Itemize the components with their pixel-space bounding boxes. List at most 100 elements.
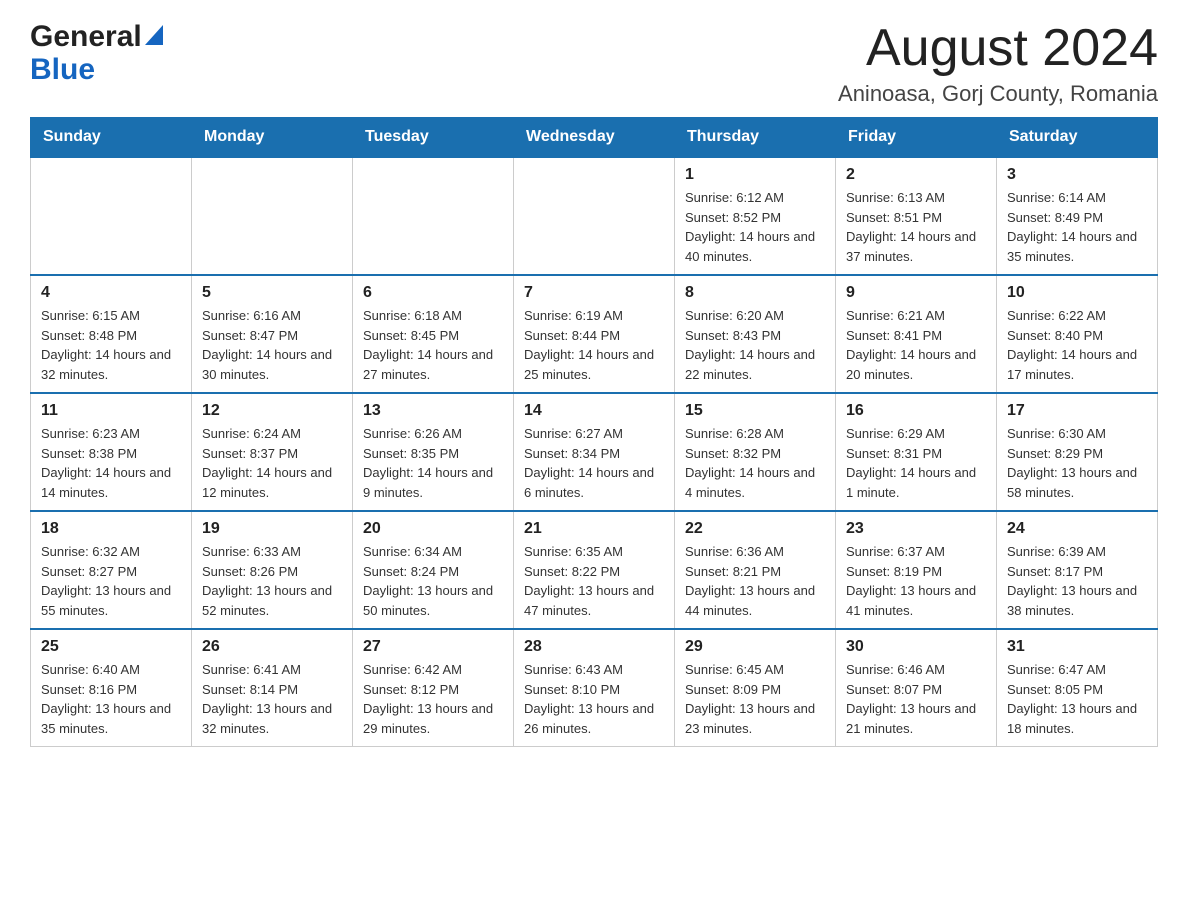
- day-number-16: 16: [846, 402, 986, 420]
- day-number-7: 7: [524, 284, 664, 302]
- cell-w1-d6: 2 Sunrise: 6:13 AMSunset: 8:51 PMDaylight…: [836, 157, 997, 275]
- cell-w4-d3: 20Sunrise: 6:34 AMSunset: 8:24 PMDayligh…: [353, 511, 514, 629]
- day-number-21: 21: [524, 520, 664, 538]
- day-number-4: 4: [41, 284, 181, 302]
- day-info-3: Sunrise: 6:14 AMSunset: 8:49 PMDaylight:…: [1007, 188, 1147, 266]
- day-info-10: Sunrise: 6:22 AMSunset: 8:40 PMDaylight:…: [1007, 306, 1147, 384]
- cell-w2-d2: 5 Sunrise: 6:16 AMSunset: 8:47 PMDaylight…: [192, 275, 353, 393]
- day-number-10: 10: [1007, 284, 1147, 302]
- cell-w1-d5: 1 Sunrise: 6:12 AMSunset: 8:52 PMDaylight…: [675, 157, 836, 275]
- cell-w4-d6: 23 Sunrise: 6:37 AMSunset: 8:19 PMDayligh…: [836, 511, 997, 629]
- cell-w1-d3: [353, 157, 514, 275]
- title-block: August 2024 Aninoasa, Gorj County, Roman…: [838, 20, 1158, 107]
- cell-w5-d3: 27Sunrise: 6:42 AMSunset: 8:12 PMDayligh…: [353, 629, 514, 747]
- day-info-23: Sunrise: 6:37 AMSunset: 8:19 PMDaylight:…: [846, 542, 986, 620]
- day-info-18: Sunrise: 6:32 AMSunset: 8:27 PMDaylight:…: [41, 542, 181, 620]
- day-info-11: Sunrise: 6:23 AMSunset: 8:38 PMDaylight:…: [41, 424, 181, 502]
- day-info-2: Sunrise: 6:13 AMSunset: 8:51 PMDaylight:…: [846, 188, 986, 266]
- cell-w4-d5: 22 Sunrise: 6:36 AMSunset: 8:21 PMDayligh…: [675, 511, 836, 629]
- cell-w1-d2: [192, 157, 353, 275]
- day-info-12: Sunrise: 6:24 AMSunset: 8:37 PMDaylight:…: [202, 424, 342, 502]
- day-number-6: 6: [363, 284, 503, 302]
- cell-w3-d7: 17 Sunrise: 6:30 AMSunset: 8:29 PMDayligh…: [997, 393, 1158, 511]
- cell-w4-d2: 19Sunrise: 6:33 AMSunset: 8:26 PMDayligh…: [192, 511, 353, 629]
- logo: General Blue: [30, 20, 161, 86]
- col-header-saturday: Saturday: [997, 118, 1158, 158]
- day-number-22: 22: [685, 520, 825, 538]
- day-number-25: 25: [41, 638, 181, 656]
- page-title: August 2024: [838, 20, 1158, 77]
- day-info-5: Sunrise: 6:16 AMSunset: 8:47 PMDaylight:…: [202, 306, 342, 384]
- cell-w1-d4: [514, 157, 675, 275]
- cell-w3-d6: 16 Sunrise: 6:29 AMSunset: 8:31 PMDayligh…: [836, 393, 997, 511]
- day-number-1: 1: [685, 166, 825, 184]
- cell-w4-d1: 18 Sunrise: 6:32 AMSunset: 8:27 PMDayligh…: [31, 511, 192, 629]
- cell-w1-d1: [31, 157, 192, 275]
- cell-w3-d1: 11 Sunrise: 6:23 AMSunset: 8:38 PMDayligh…: [31, 393, 192, 511]
- day-info-26: Sunrise: 6:41 AMSunset: 8:14 PMDaylight:…: [202, 660, 342, 738]
- day-number-19: 19: [202, 520, 342, 538]
- cell-w5-d1: 25 Sunrise: 6:40 AMSunset: 8:16 PMDayligh…: [31, 629, 192, 747]
- cell-w2-d7: 10 Sunrise: 6:22 AMSunset: 8:40 PMDayligh…: [997, 275, 1158, 393]
- day-info-9: Sunrise: 6:21 AMSunset: 8:41 PMDaylight:…: [846, 306, 986, 384]
- day-info-21: Sunrise: 6:35 AMSunset: 8:22 PMDaylight:…: [524, 542, 664, 620]
- day-info-4: Sunrise: 6:15 AMSunset: 8:48 PMDaylight:…: [41, 306, 181, 384]
- day-info-16: Sunrise: 6:29 AMSunset: 8:31 PMDaylight:…: [846, 424, 986, 502]
- day-number-5: 5: [202, 284, 342, 302]
- day-info-27: Sunrise: 6:42 AMSunset: 8:12 PMDaylight:…: [363, 660, 503, 738]
- logo-blue: Blue: [30, 53, 95, 86]
- cell-w3-d5: 15Sunrise: 6:28 AMSunset: 8:32 PMDayligh…: [675, 393, 836, 511]
- week-row-4: 18 Sunrise: 6:32 AMSunset: 8:27 PMDayligh…: [31, 511, 1158, 629]
- day-info-8: Sunrise: 6:20 AMSunset: 8:43 PMDaylight:…: [685, 306, 825, 384]
- week-row-2: 4 Sunrise: 6:15 AMSunset: 8:48 PMDaylight…: [31, 275, 1158, 393]
- day-number-26: 26: [202, 638, 342, 656]
- logo-triangle-icon: [145, 27, 163, 47]
- day-number-13: 13: [363, 402, 503, 420]
- day-number-12: 12: [202, 402, 342, 420]
- day-info-17: Sunrise: 6:30 AMSunset: 8:29 PMDaylight:…: [1007, 424, 1147, 502]
- day-info-31: Sunrise: 6:47 AMSunset: 8:05 PMDaylight:…: [1007, 660, 1147, 738]
- week-row-5: 25 Sunrise: 6:40 AMSunset: 8:16 PMDayligh…: [31, 629, 1158, 747]
- day-number-9: 9: [846, 284, 986, 302]
- day-info-28: Sunrise: 6:43 AMSunset: 8:10 PMDaylight:…: [524, 660, 664, 738]
- col-header-monday: Monday: [192, 118, 353, 158]
- day-info-25: Sunrise: 6:40 AMSunset: 8:16 PMDaylight:…: [41, 660, 181, 738]
- day-number-2: 2: [846, 166, 986, 184]
- day-number-17: 17: [1007, 402, 1147, 420]
- col-header-tuesday: Tuesday: [353, 118, 514, 158]
- cell-w3-d3: 13 Sunrise: 6:26 AMSunset: 8:35 PMDayligh…: [353, 393, 514, 511]
- day-number-8: 8: [685, 284, 825, 302]
- day-number-23: 23: [846, 520, 986, 538]
- cell-w3-d2: 12 Sunrise: 6:24 AMSunset: 8:37 PMDayligh…: [192, 393, 353, 511]
- day-number-15: 15: [685, 402, 825, 420]
- day-info-29: Sunrise: 6:45 AMSunset: 8:09 PMDaylight:…: [685, 660, 825, 738]
- cell-w4-d4: 21 Sunrise: 6:35 AMSunset: 8:22 PMDayligh…: [514, 511, 675, 629]
- col-header-wednesday: Wednesday: [514, 118, 675, 158]
- day-info-20: Sunrise: 6:34 AMSunset: 8:24 PMDaylight:…: [363, 542, 503, 620]
- day-info-14: Sunrise: 6:27 AMSunset: 8:34 PMDaylight:…: [524, 424, 664, 502]
- cell-w5-d6: 30Sunrise: 6:46 AMSunset: 8:07 PMDayligh…: [836, 629, 997, 747]
- day-info-13: Sunrise: 6:26 AMSunset: 8:35 PMDaylight:…: [363, 424, 503, 502]
- cell-w2-d6: 9 Sunrise: 6:21 AMSunset: 8:41 PMDaylight…: [836, 275, 997, 393]
- col-header-sunday: Sunday: [31, 118, 192, 158]
- calendar-table: Sunday Monday Tuesday Wednesday Thursday…: [30, 117, 1158, 747]
- day-info-7: Sunrise: 6:19 AMSunset: 8:44 PMDaylight:…: [524, 306, 664, 384]
- day-info-1: Sunrise: 6:12 AMSunset: 8:52 PMDaylight:…: [685, 188, 825, 266]
- day-number-11: 11: [41, 402, 181, 420]
- cell-w2-d4: 7 Sunrise: 6:19 AMSunset: 8:44 PMDaylight…: [514, 275, 675, 393]
- week-row-3: 11 Sunrise: 6:23 AMSunset: 8:38 PMDayligh…: [31, 393, 1158, 511]
- cell-w5-d2: 26 Sunrise: 6:41 AMSunset: 8:14 PMDayligh…: [192, 629, 353, 747]
- day-number-28: 28: [524, 638, 664, 656]
- col-header-thursday: Thursday: [675, 118, 836, 158]
- calendar-header-row: Sunday Monday Tuesday Wednesday Thursday…: [31, 118, 1158, 158]
- cell-w1-d7: 3 Sunrise: 6:14 AMSunset: 8:49 PMDaylight…: [997, 157, 1158, 275]
- day-number-18: 18: [41, 520, 181, 538]
- cell-w4-d7: 24Sunrise: 6:39 AMSunset: 8:17 PMDayligh…: [997, 511, 1158, 629]
- day-number-31: 31: [1007, 638, 1147, 656]
- week-row-1: 1 Sunrise: 6:12 AMSunset: 8:52 PMDaylight…: [31, 157, 1158, 275]
- page-subtitle: Aninoasa, Gorj County, Romania: [838, 81, 1158, 107]
- day-number-3: 3: [1007, 166, 1147, 184]
- day-info-22: Sunrise: 6:36 AMSunset: 8:21 PMDaylight:…: [685, 542, 825, 620]
- cell-w2-d1: 4 Sunrise: 6:15 AMSunset: 8:48 PMDaylight…: [31, 275, 192, 393]
- day-number-30: 30: [846, 638, 986, 656]
